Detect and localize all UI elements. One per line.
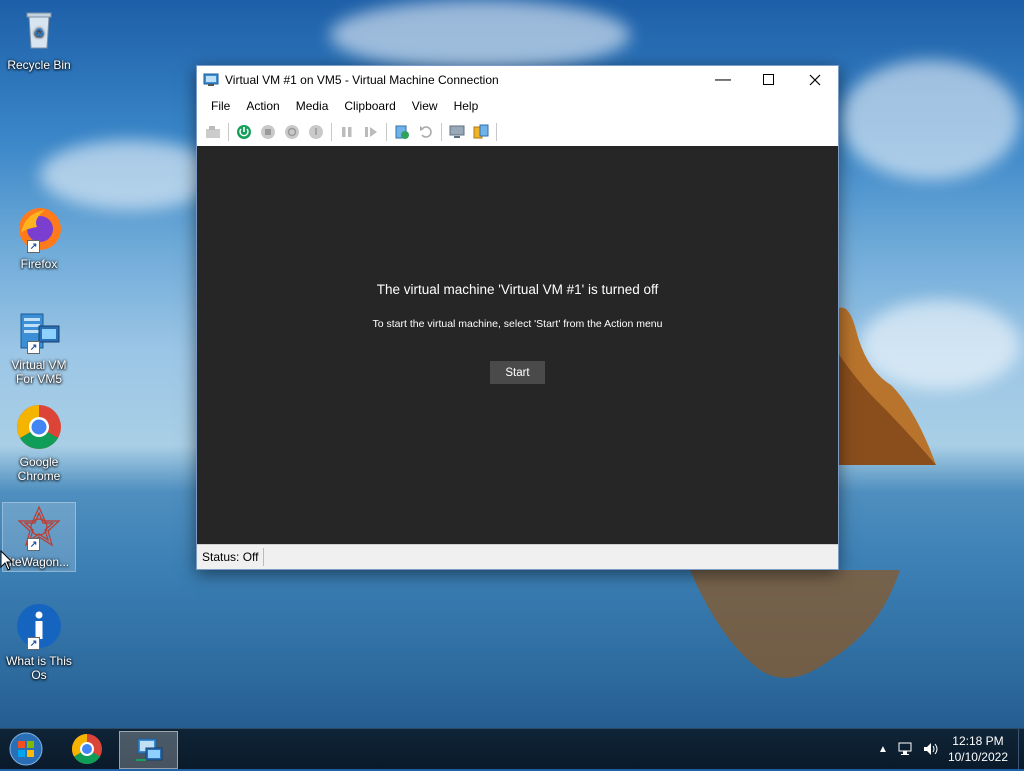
toolbar-separator (331, 123, 332, 141)
taskbar-vm-connection-button[interactable] (119, 731, 178, 769)
enhanced-session-button[interactable] (445, 121, 469, 143)
start-vm-large-button[interactable]: Start (490, 361, 545, 384)
vm-display-area[interactable]: The virtual machine 'Virtual VM #1' is t… (197, 146, 838, 545)
windows-logo-icon (9, 732, 43, 766)
volume-icon[interactable] (922, 741, 940, 757)
shutdown-icon (285, 125, 299, 139)
ctrl-alt-del-button[interactable] (201, 121, 225, 143)
recycle-bin-icon: ♻ (15, 6, 63, 54)
svg-text:♻: ♻ (34, 26, 45, 40)
desktop-icon-google-chrome[interactable]: Google Chrome (2, 403, 76, 483)
turn-off-button[interactable] (256, 121, 280, 143)
desktop-icon-firefox[interactable]: ↗ Firefox (2, 205, 76, 271)
shutdown-button[interactable] (280, 121, 304, 143)
menu-clipboard[interactable]: Clipboard (336, 99, 403, 113)
start-button[interactable] (6, 732, 46, 766)
desktop-icon-label: Virtual VM For VM5 (11, 358, 67, 386)
menu-bar: File Action Media Clipboard View Help (197, 94, 838, 118)
pause-button[interactable] (335, 121, 359, 143)
menu-media[interactable]: Media (288, 99, 337, 113)
show-desktop-button[interactable] (1018, 729, 1024, 769)
desktop-icon-recycle-bin[interactable]: ♻ Recycle Bin (2, 6, 76, 72)
mouse-cursor-icon (0, 550, 14, 571)
maximize-button[interactable] (746, 66, 792, 94)
close-icon (809, 74, 821, 86)
firefox-icon: ↗ (15, 205, 63, 253)
vm-connection-app-icon (203, 73, 219, 86)
revert-button[interactable] (414, 121, 438, 143)
checkpoint-icon (395, 125, 409, 139)
shortcut-arrow-icon: ↗ (27, 240, 40, 253)
info-icon: ↗ (15, 602, 63, 650)
shortcut-arrow-icon: ↗ (27, 341, 40, 354)
revert-icon (420, 126, 432, 138)
taskbar: ▲ 12:18 PM 10/10/2022 (0, 728, 1024, 769)
start-vm-button[interactable] (232, 121, 256, 143)
enhanced-session-icon (449, 125, 465, 138)
toolbar (197, 118, 838, 147)
taskbar-chrome-button[interactable] (62, 731, 112, 767)
menu-view[interactable]: View (404, 99, 446, 113)
clock-time: 12:18 PM (952, 734, 1004, 748)
wallpaper-cloud (330, 0, 630, 70)
menu-file[interactable]: File (203, 99, 238, 113)
desktop-icon-what-is-this-os[interactable]: ↗ What is This Os (2, 602, 76, 682)
window-title: Virtual VM #1 on VM5 - Virtual Machine C… (225, 73, 499, 87)
vm-connection-icon: ↗ (15, 306, 63, 354)
desktop-icon-label: Recycle Bin (7, 58, 71, 72)
close-button[interactable] (792, 66, 838, 94)
desktop-icon-label: What is This Os (6, 654, 72, 682)
desktop-icon-virtual-vm[interactable]: ↗ Virtual VM For VM5 (2, 306, 76, 386)
minimize-icon: — (715, 71, 731, 88)
wallpaper-cloud (40, 140, 220, 210)
menu-action[interactable]: Action (238, 99, 287, 113)
vm-status: Status: Off (197, 548, 265, 566)
power-on-icon (237, 125, 251, 139)
clock-date: 10/10/2022 (947, 750, 1008, 764)
minimize-button[interactable]: — (700, 66, 746, 94)
share-button[interactable] (469, 121, 493, 143)
ctrl-alt-del-icon (206, 126, 220, 138)
resume-button[interactable] (359, 121, 383, 143)
toolbar-separator (496, 123, 497, 141)
chrome-icon (15, 403, 63, 451)
resume-icon (365, 127, 377, 137)
maximize-icon (763, 74, 774, 85)
system-tray: ▲ 12:18 PM 10/10/2022 (878, 729, 1024, 769)
menu-help[interactable]: Help (446, 99, 487, 113)
checkpoint-button[interactable] (390, 121, 414, 143)
vm-connection-icon (135, 738, 162, 761)
save-state-icon (309, 125, 323, 139)
share-icon (473, 124, 489, 139)
chrome-icon (71, 734, 102, 765)
stop-icon (261, 125, 275, 139)
pause-icon (342, 127, 352, 137)
vm-connection-window: Virtual VM #1 on VM5 - Virtual Machine C… (196, 65, 839, 570)
save-state-button[interactable] (304, 121, 328, 143)
toolbar-separator (386, 123, 387, 141)
status-bar: Status: Off (197, 544, 838, 569)
desktop-icon-label: Google Chrome (17, 455, 61, 483)
wallpaper-reflection (690, 570, 900, 678)
desktop-icon-label: Firefox (20, 257, 58, 271)
wallpaper-rock (836, 307, 936, 465)
show-hidden-icons-button[interactable]: ▲ (878, 744, 888, 755)
vm-off-message: The virtual machine 'Virtual VM #1' is t… (376, 282, 659, 297)
shortcut-arrow-icon: ↗ (27, 538, 40, 551)
toolbar-separator (228, 123, 229, 141)
sitewagon-icon: ↗ (15, 503, 63, 551)
window-titlebar[interactable]: Virtual VM #1 on VM5 - Virtual Machine C… (197, 66, 838, 94)
network-icon[interactable] (898, 741, 916, 757)
wallpaper-cloud (840, 60, 1020, 180)
toolbar-separator (441, 123, 442, 141)
system-clock[interactable]: 12:18 PM 10/10/2022 (948, 733, 1008, 765)
shortcut-arrow-icon: ↗ (27, 637, 40, 650)
vm-start-hint: To start the virtual machine, select 'St… (372, 318, 663, 330)
